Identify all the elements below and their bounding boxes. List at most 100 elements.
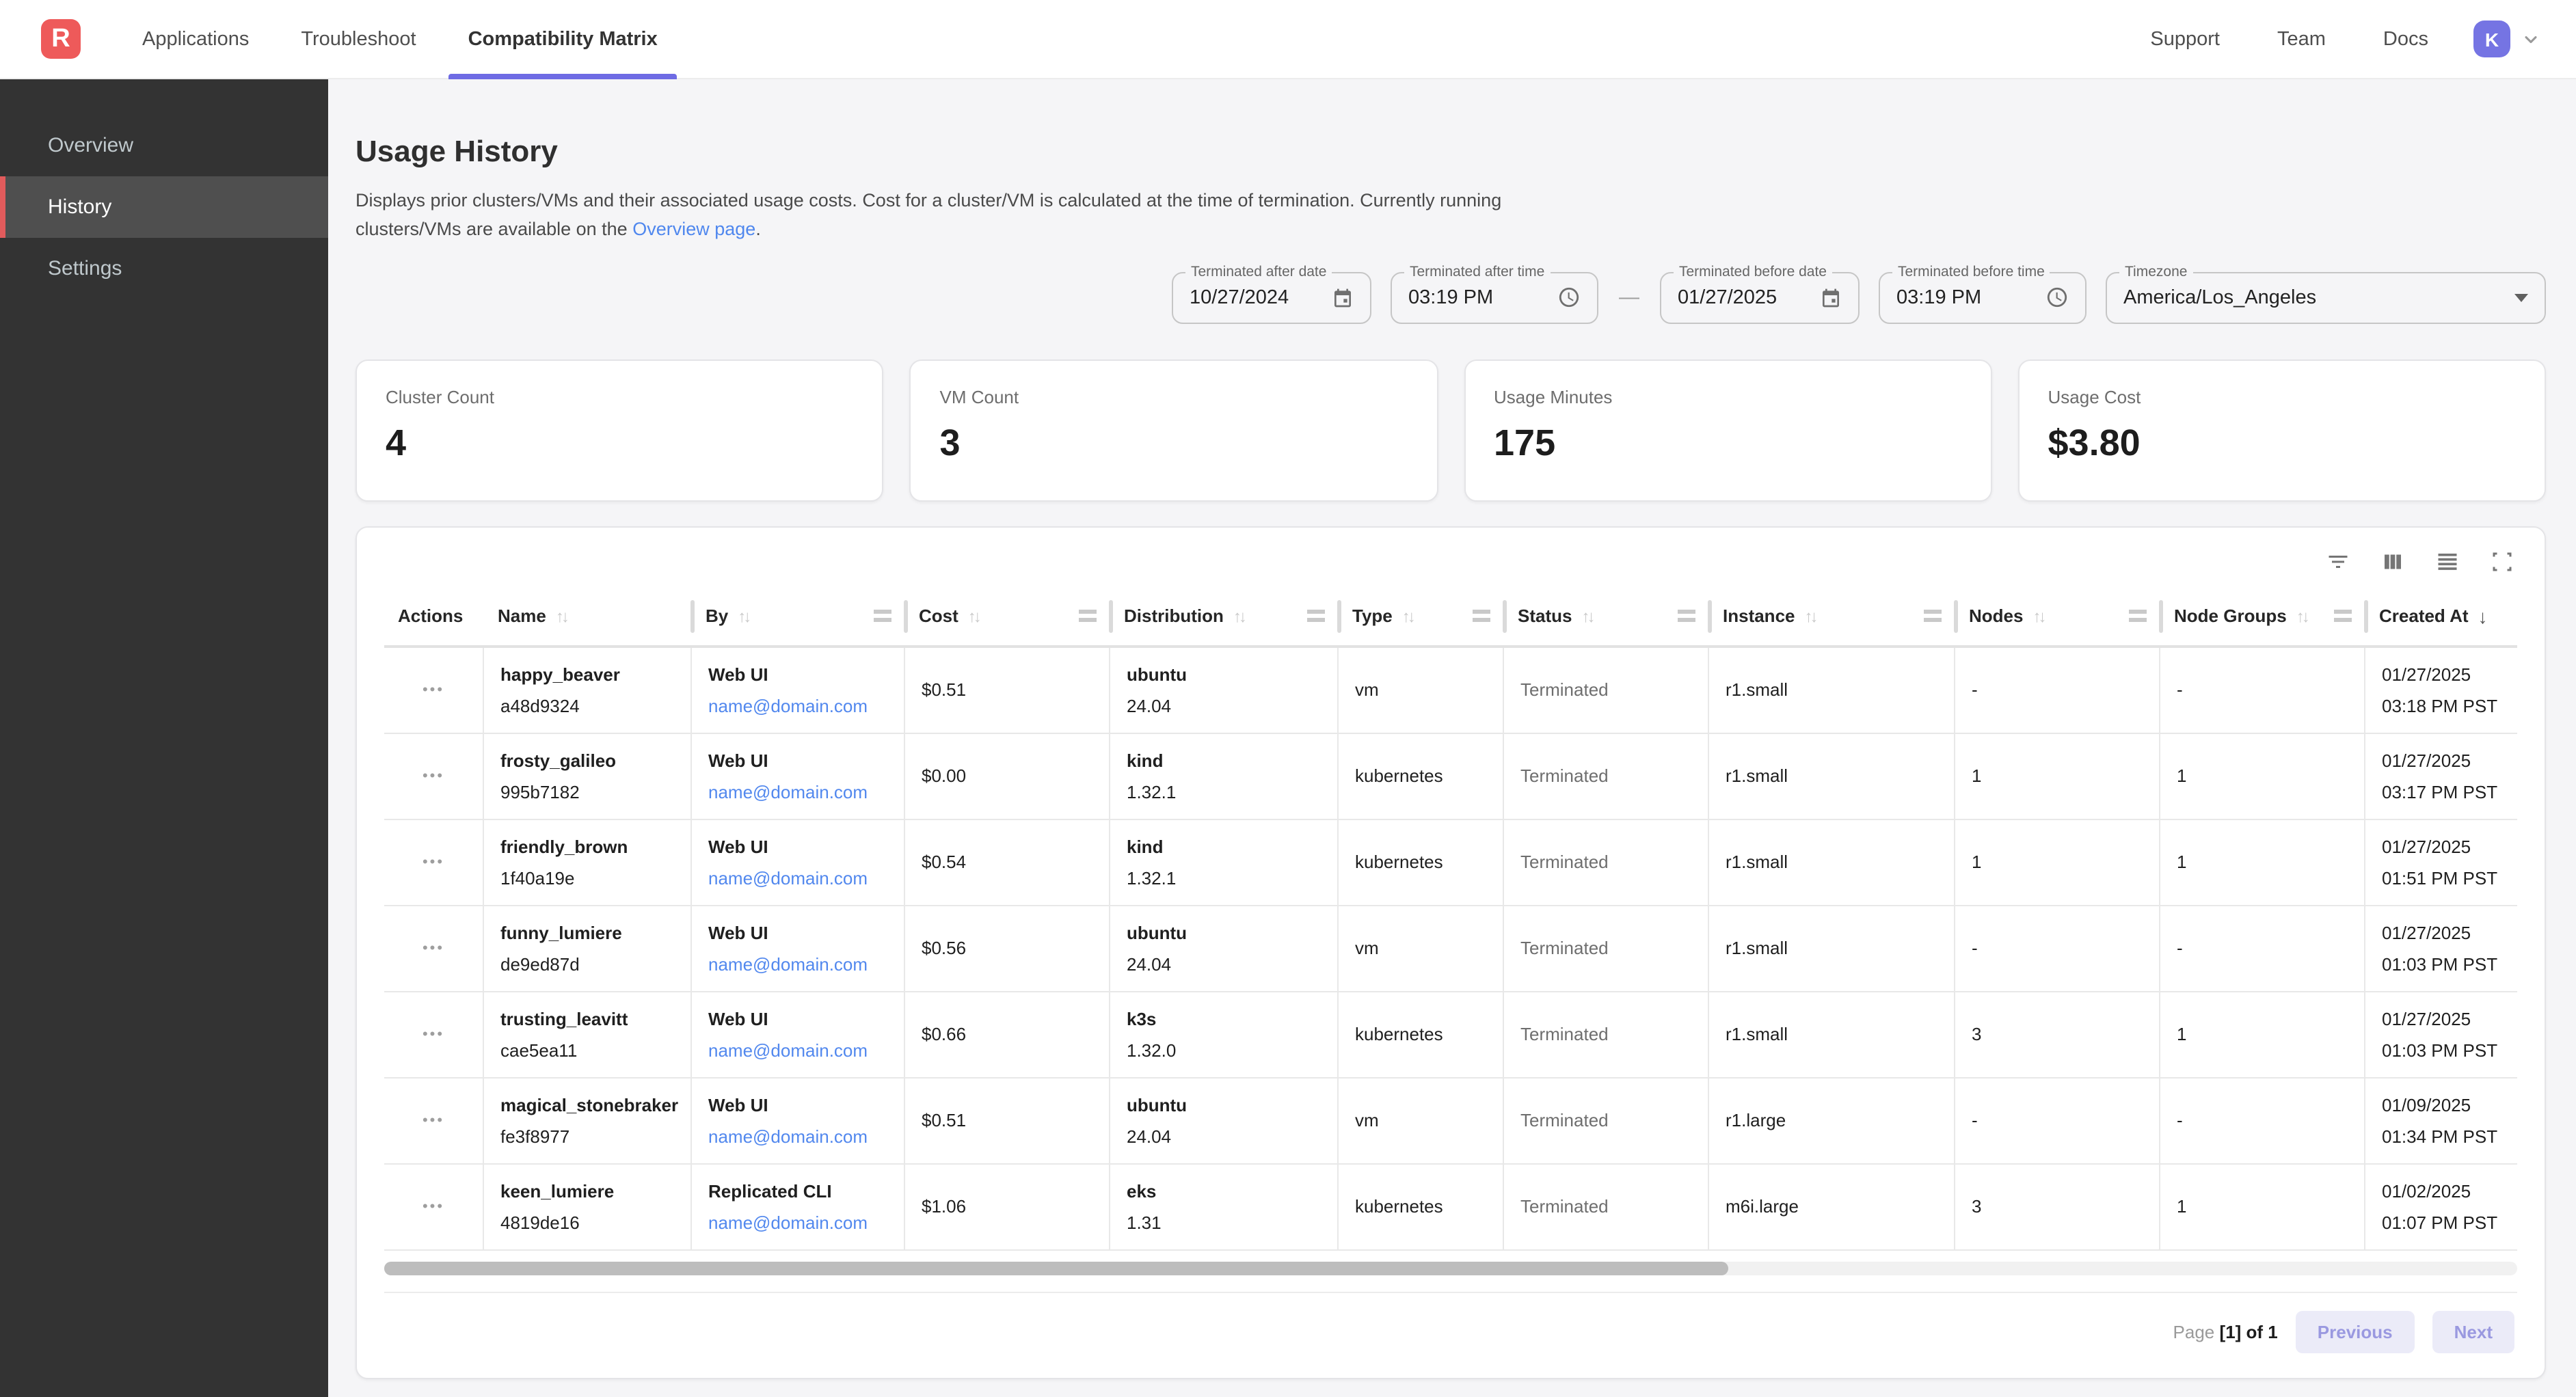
sort-desc-icon[interactable]: ↓ [2478,605,2488,627]
column-header-status[interactable]: Status↑↓ [1504,587,1709,645]
sort-icon[interactable]: ↑↓ [738,606,749,625]
column-menu-icon[interactable] [1924,610,1942,622]
sidebar-item-overview[interactable]: Overview [0,115,328,176]
description-text: Displays prior clusters/VMs and their as… [355,190,1501,240]
column-menu-icon[interactable] [2334,610,2352,622]
row-actions-button[interactable]: ••• [384,647,484,732]
main-content: Usage History Displays prior clusters/VM… [328,79,2576,1397]
sort-icon[interactable]: ↑↓ [1233,606,1244,625]
overview-page-link[interactable]: Overview page [632,219,755,240]
user-avatar[interactable]: K [2473,21,2510,57]
status-badge: Terminated [1520,1196,1691,1217]
nav-tab-compatibility-matrix[interactable]: Compatibility Matrix [442,0,684,79]
nav-link-support[interactable]: Support [2121,28,2249,50]
cell-distribution: ubuntu24.04 [1110,906,1339,990]
column-header-node_groups[interactable]: Node Groups↑↓ [2160,587,2365,645]
sort-icon[interactable]: ↑↓ [1402,606,1413,625]
cell-instance: m6i.large [1709,1164,1955,1249]
cell-by: Web UIname@domain.com [692,733,905,818]
top-navigation: R Applications Troubleshoot Compatibilit… [0,0,2576,79]
column-header-nodes[interactable]: Nodes↑↓ [1955,587,2160,645]
clock-icon[interactable] [2045,286,2069,309]
column-menu-icon[interactable] [1079,610,1097,622]
next-page-button[interactable]: Next [2432,1310,2514,1353]
sort-icon[interactable]: ↑↓ [2032,606,2043,625]
nav-link-team[interactable]: Team [2249,28,2354,50]
cell-name: frosty_galileo995b7182 [484,733,692,818]
stat-card-usage-cost: Usage Cost $3.80 [2018,359,2547,501]
density-icon[interactable] [2435,549,2460,573]
chevron-down-icon[interactable] [2521,29,2540,49]
row-actions-button[interactable]: ••• [384,992,484,1076]
cell-by: Web UIname@domain.com [692,1078,905,1163]
page-description: Displays prior clusters/VMs and their as… [355,186,1586,244]
cell-distribution: kind1.32.1 [1110,819,1339,904]
replicated-logo[interactable]: R [41,19,81,59]
row-actions-button[interactable]: ••• [384,819,484,904]
sidebar-item-settings[interactable]: Settings [0,238,328,299]
columns-icon[interactable] [2380,549,2405,573]
calendar-icon[interactable] [1332,286,1354,308]
row-actions-button[interactable]: ••• [384,1164,484,1249]
by-email-link[interactable]: name@domain.com [708,1126,887,1146]
column-header-by[interactable]: By↑↓ [692,587,905,645]
terminated-after-time-input[interactable]: Terminated after time 03:19 PM [1391,271,1598,323]
by-email-link[interactable]: name@domain.com [708,695,887,716]
filter-label: Terminated before date [1674,263,1832,280]
cell-name: funny_lumierede9ed87d [484,906,692,990]
cell-instance: r1.small [1709,992,1955,1076]
sort-icon[interactable]: ↑↓ [968,606,979,625]
column-menu-icon[interactable] [1678,610,1695,622]
page-text: Page [2173,1321,2215,1342]
row-actions-button[interactable]: ••• [384,1078,484,1163]
horizontal-scrollbar-thumb[interactable] [384,1261,1728,1275]
row-actions-button[interactable]: ••• [384,733,484,818]
sidebar-item-history[interactable]: History [0,176,328,238]
previous-page-button[interactable]: Previous [2296,1310,2415,1353]
cell-cost: $0.00 [905,733,1110,818]
column-menu-icon[interactable] [2129,610,2147,622]
column-header-created_at[interactable]: Created At↓ [2365,587,2517,645]
stat-label: VM Count [940,386,1408,407]
column-header-instance[interactable]: Instance↑↓ [1709,587,1955,645]
stat-value: 4 [386,422,854,464]
column-header-name[interactable]: Name↑↓ [484,587,692,645]
by-email-link[interactable]: name@domain.com [708,1040,887,1060]
timezone-select[interactable]: Timezone America/Los_Angeles [2106,271,2546,323]
filter-value: 03:19 PM [1408,286,1493,308]
column-menu-icon[interactable] [874,610,891,622]
cell-cost: $0.54 [905,819,1110,904]
column-header-type[interactable]: Type↑↓ [1339,587,1504,645]
clock-icon[interactable] [1557,286,1581,309]
cell-by: Web UIname@domain.com [692,906,905,990]
cell-cost: $0.66 [905,992,1110,1076]
column-header-cost[interactable]: Cost↑↓ [905,587,1110,645]
by-email-link[interactable]: name@domain.com [708,867,887,888]
terminated-after-date-input[interactable]: Terminated after date 10/27/2024 [1172,271,1371,323]
table-row: ••• magical_stonebrakerfe3f8977 Web UIna… [384,1078,2517,1164]
filter-icon[interactable] [2326,549,2350,573]
nav-tab-applications[interactable]: Applications [116,0,275,79]
sort-icon[interactable]: ↑↓ [1805,606,1816,625]
sort-icon[interactable]: ↑↓ [556,606,567,625]
by-email-link[interactable]: name@domain.com [708,1212,887,1232]
fullscreen-icon[interactable] [2490,549,2514,573]
nav-link-docs[interactable]: Docs [2354,28,2457,50]
by-email-link[interactable]: name@domain.com [708,781,887,802]
cell-instance: r1.small [1709,647,1955,732]
row-actions-button[interactable]: ••• [384,906,484,990]
cell-status: Terminated [1504,992,1709,1076]
column-header-distribution[interactable]: Distribution↑↓ [1110,587,1339,645]
stat-card-vm-count: VM Count 3 [910,359,1438,501]
sort-icon[interactable]: ↑↓ [1581,606,1592,625]
cell-type: vm [1339,1078,1504,1163]
by-email-link[interactable]: name@domain.com [708,953,887,974]
sort-icon[interactable]: ↑↓ [2296,606,2307,625]
column-menu-icon[interactable] [1307,610,1325,622]
terminated-before-time-input[interactable]: Terminated before time 03:19 PM [1879,271,2087,323]
calendar-icon[interactable] [1820,286,1842,308]
column-menu-icon[interactable] [1473,610,1490,622]
nav-tab-troubleshoot[interactable]: Troubleshoot [275,0,442,79]
dropdown-arrow-icon [2514,293,2528,301]
terminated-before-date-input[interactable]: Terminated before date 01/27/2025 [1660,271,1860,323]
